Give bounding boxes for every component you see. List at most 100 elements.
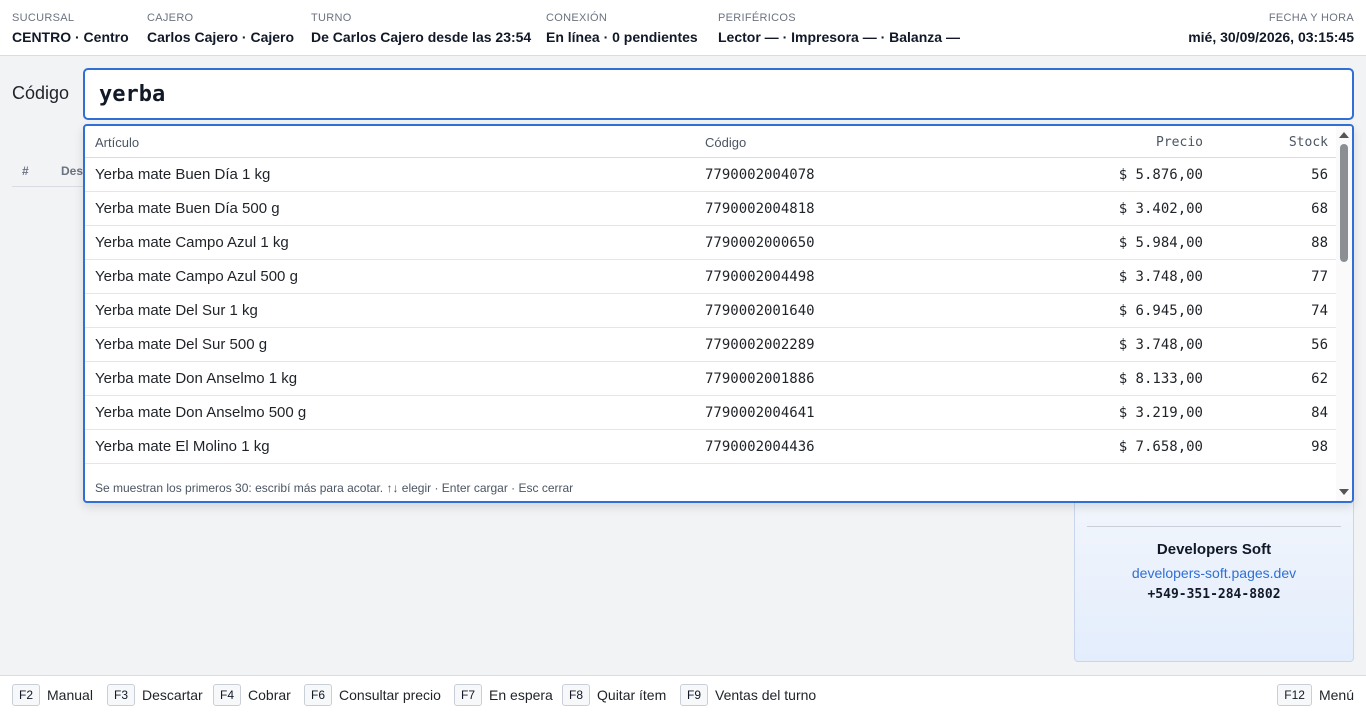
connection-status: CONEXIÓN En línea · 0 pendientes xyxy=(546,11,698,46)
results-list: Yerba mate Buen Día 1 kg 7790002004078 $… xyxy=(85,158,1338,464)
result-name: Yerba mate Campo Azul 500 g xyxy=(95,268,298,285)
result-code: 7790002001640 xyxy=(705,303,815,319)
shift-label: TURNO xyxy=(311,12,352,24)
f3-key: F3 xyxy=(107,684,136,706)
f2-label: Manual xyxy=(47,687,93,703)
datetime-value: mié, 30/09/2026, 03:15:45 xyxy=(1188,29,1354,45)
result-row[interactable]: Yerba mate Del Sur 1 kg 7790002001640 $ … xyxy=(85,294,1338,328)
peripherals-label: PERIFÉRICOS xyxy=(718,12,796,24)
scroll-down-arrow-icon[interactable] xyxy=(1339,489,1349,495)
result-price: $ 3.748,00 xyxy=(1118,269,1203,285)
f6-label: Consultar precio xyxy=(339,687,441,703)
result-name: Yerba mate Buen Día 500 g xyxy=(95,200,280,217)
result-stock: 88 xyxy=(1311,235,1328,251)
f12-key: F12 xyxy=(1277,684,1312,706)
result-code: 7790002004818 xyxy=(705,201,815,217)
cart-col-description: Des xyxy=(61,164,84,178)
cashier-label: CAJERO xyxy=(147,12,194,24)
f4-key: F4 xyxy=(213,684,242,706)
f2-manual-button[interactable]: F2 Manual xyxy=(12,684,93,706)
f9-shift-sales-button[interactable]: F9 Ventas del turno xyxy=(680,684,816,706)
panel-divider xyxy=(1087,526,1341,527)
branch-status: SUCURSAL CENTRO · Centro xyxy=(12,11,129,46)
result-code: 7790002000650 xyxy=(705,235,815,251)
status-bar: SUCURSAL CENTRO · Centro CAJERO Carlos C… xyxy=(0,0,1366,56)
result-row[interactable]: Yerba mate Del Sur 500 g 7790002002289 $… xyxy=(85,328,1338,362)
results-col-name: Artículo xyxy=(95,135,140,150)
result-name: Yerba mate Del Sur 500 g xyxy=(95,336,268,353)
result-stock: 74 xyxy=(1311,303,1328,319)
result-row[interactable]: Yerba mate Campo Azul 500 g 779000200449… xyxy=(85,260,1338,294)
f6-price-check-button[interactable]: F6 Consultar precio xyxy=(304,684,441,706)
result-price: $ 8.133,00 xyxy=(1118,371,1203,387)
brand-phone: +549-351-284-8802 xyxy=(1147,587,1281,602)
result-name: Yerba mate Del Sur 1 kg xyxy=(95,302,258,319)
result-code: 7790002004078 xyxy=(705,167,815,183)
cashier-value: Carlos Cajero · Cajero xyxy=(147,29,295,45)
result-stock: 98 xyxy=(1311,439,1328,455)
datetime-status: FECHA Y HORA mié, 30/09/2026, 03:15:45 xyxy=(1188,11,1354,46)
result-stock: 56 xyxy=(1311,337,1328,353)
f7-label: En espera xyxy=(489,687,553,703)
f7-key: F7 xyxy=(454,684,483,706)
results-col-stock: Stock xyxy=(1288,135,1328,150)
f2-key: F2 xyxy=(12,684,41,706)
scroll-up-arrow-icon[interactable] xyxy=(1339,132,1349,138)
brand-website-link[interactable]: developers-soft.pages.dev xyxy=(1075,565,1353,581)
result-row[interactable]: Yerba mate Don Anselmo 1 kg 779000200188… xyxy=(85,362,1338,396)
result-stock: 62 xyxy=(1311,371,1328,387)
f6-key: F6 xyxy=(304,684,333,706)
function-key-bar: F2 Manual F3 Descartar F4 Cobrar F6 Cons… xyxy=(0,675,1366,715)
results-col-price: Precio xyxy=(1156,135,1203,150)
results-col-code: Código xyxy=(705,135,747,150)
cashier-status: CAJERO Carlos Cajero · Cajero xyxy=(147,11,294,46)
code-search-input[interactable] xyxy=(83,68,1354,120)
result-price: $ 3.748,00 xyxy=(1118,337,1203,353)
result-code: 7790002001886 xyxy=(705,371,815,387)
branch-label: SUCURSAL xyxy=(12,12,75,24)
result-code: 7790002002289 xyxy=(705,337,815,353)
result-row[interactable]: Yerba mate Campo Azul 1 kg 7790002000650… xyxy=(85,226,1338,260)
result-price: $ 5.984,00 xyxy=(1118,235,1203,251)
peripherals-value: Lector — · Impresora — · Balanza — xyxy=(718,29,960,45)
f3-discard-button[interactable]: F3 Descartar xyxy=(107,684,203,706)
result-stock: 56 xyxy=(1311,167,1328,183)
scroll-thumb[interactable] xyxy=(1340,144,1348,262)
f9-label: Ventas del turno xyxy=(715,687,817,703)
result-name: Yerba mate Don Anselmo 500 g xyxy=(95,404,307,421)
connection-label: CONEXIÓN xyxy=(546,12,608,24)
search-results-dropdown: Artículo Código Precio Stock Yerba mate … xyxy=(83,124,1354,503)
result-row[interactable]: Yerba mate Buen Día 500 g 7790002004818 … xyxy=(85,192,1338,226)
f4-label: Cobrar xyxy=(248,687,291,703)
results-hint: Se muestran los primeros 30: escribí más… xyxy=(95,481,574,495)
result-stock: 77 xyxy=(1311,269,1328,285)
branch-value: CENTRO · Centro xyxy=(12,29,129,45)
shift-status: TURNO De Carlos Cajero desde las 23:54 xyxy=(311,11,531,46)
f3-label: Descartar xyxy=(142,687,203,703)
result-row[interactable]: Yerba mate El Molino 1 kg 7790002004436 … xyxy=(85,430,1338,464)
f7-hold-button[interactable]: F7 En espera xyxy=(454,684,553,706)
results-header: Artículo Código Precio Stock xyxy=(85,126,1338,158)
shift-value: De Carlos Cajero desde las 23:54 xyxy=(311,29,532,45)
connection-value: En línea · 0 pendientes xyxy=(546,29,698,45)
cart-col-index: # xyxy=(22,164,29,178)
f12-menu-button[interactable]: F12 Menú xyxy=(1277,684,1354,706)
result-name: Yerba mate El Molino 1 kg xyxy=(95,438,270,455)
result-name: Yerba mate Campo Azul 1 kg xyxy=(95,234,289,251)
result-row[interactable]: Yerba mate Buen Día 1 kg 7790002004078 $… xyxy=(85,158,1338,192)
brand-name: Developers Soft xyxy=(1156,541,1272,558)
f8-remove-item-button[interactable]: F8 Quitar ítem xyxy=(562,684,666,706)
result-stock: 84 xyxy=(1311,405,1328,421)
f4-charge-button[interactable]: F4 Cobrar xyxy=(213,684,291,706)
result-row[interactable]: Yerba mate Don Anselmo 500 g 77900020046… xyxy=(85,396,1338,430)
peripherals-status: PERIFÉRICOS Lector — · Impresora — · Bal… xyxy=(718,11,960,46)
datetime-label: FECHA Y HORA xyxy=(1268,12,1354,24)
result-code: 7790002004498 xyxy=(705,269,815,285)
result-price: $ 3.219,00 xyxy=(1118,405,1203,421)
result-name: Yerba mate Don Anselmo 1 kg xyxy=(95,370,298,387)
result-code: 7790002004641 xyxy=(705,405,815,421)
result-price: $ 7.658,00 xyxy=(1118,439,1203,455)
results-scrollbar[interactable] xyxy=(1336,126,1352,501)
result-name: Yerba mate Buen Día 1 kg xyxy=(95,166,271,183)
f8-key: F8 xyxy=(562,684,591,706)
